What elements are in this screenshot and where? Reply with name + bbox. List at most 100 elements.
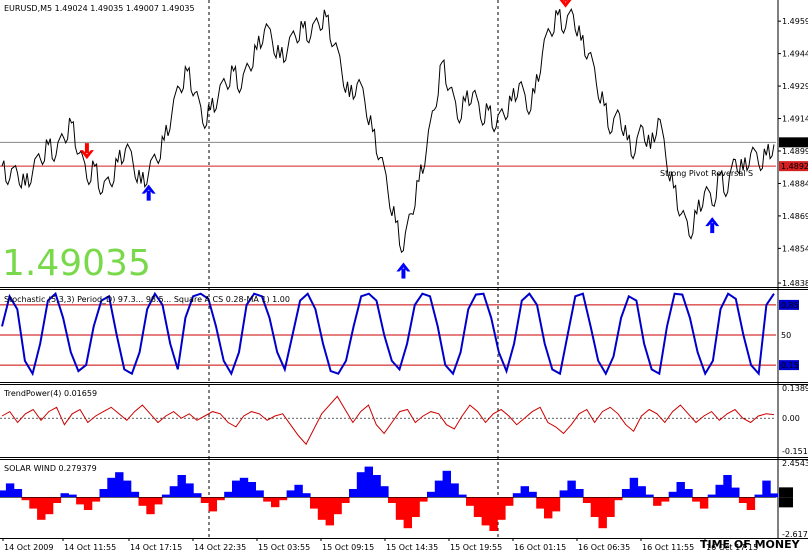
arrow-up-shaft (401, 268, 406, 279)
solar-wind-positive-bar (442, 470, 451, 498)
solar-wind-positive-bar (520, 486, 529, 498)
solar-wind-positive-bar (115, 472, 124, 498)
solar-wind-positive-bar (567, 480, 576, 498)
solar-wind-negative-bar (341, 497, 350, 503)
x-axis-tick-label: 15 Oct 09:15 (322, 543, 374, 552)
x-axis-tick-label: 16 Oct 06:35 (578, 543, 630, 552)
solar-wind-negative-bar (138, 497, 147, 506)
solar-wind-positive-bar (621, 489, 631, 498)
x-axis-tick-label: 14 Oct 11:55 (64, 543, 116, 552)
solar-wind-positive-bar (528, 491, 537, 498)
trendpower-label: TrendPower(4) 0.01659 (3, 389, 97, 398)
solar-wind-value-label: 0.3 (780, 488, 793, 497)
arrow-down-marker (79, 143, 94, 160)
solar-wind-positive-bar (294, 484, 303, 498)
solar-wind-negative-bar (325, 497, 334, 526)
solar-wind-positive-bar (247, 482, 256, 498)
trendpower-tick-label: -0.1512 (782, 447, 808, 456)
solar-wind-positive-bar (255, 490, 264, 498)
solar-wind-negative-bar (44, 497, 54, 515)
price-tick-label: 1.4854 (782, 244, 808, 253)
stochastic-level-label: 50 (781, 331, 791, 340)
solar-wind-negative-bar (590, 497, 600, 517)
solar-wind-positive-bar (450, 483, 459, 498)
solar-wind-negative-bar (388, 497, 397, 503)
solar-wind-positive-bar (512, 493, 522, 498)
solar-wind-negative-bar (216, 497, 225, 501)
solar-wind-negative-bar (738, 497, 748, 503)
solar-wind-positive-bar (380, 486, 389, 498)
solar-wind-panel: 2.4543-2.61720.30.3 (0, 459, 808, 539)
solar-wind-positive-bar (302, 493, 311, 498)
solar-wind-positive-bar (232, 480, 241, 498)
arrow-up-marker (705, 217, 720, 234)
solar-wind-negative-bar (37, 497, 46, 520)
trendpower-line (1, 395, 775, 446)
solar-wind-negative-bar (746, 497, 756, 510)
solar-wind-positive-bar (185, 483, 194, 498)
solar-wind-tick-label: 2.4543 (782, 459, 808, 468)
solar-wind-negative-bar (473, 497, 483, 517)
solar-wind-positive-bar (723, 475, 732, 498)
price-tick-label: 1.4914 (782, 115, 808, 124)
solar-wind-negative-bar (333, 497, 342, 515)
solar-wind-negative-bar (582, 497, 592, 503)
solar-wind-positive-bar (224, 491, 233, 498)
solar-wind-positive-bar (427, 491, 436, 498)
solar-wind-negative-bar (598, 497, 607, 529)
solar-wind-negative-bar (481, 497, 490, 526)
x-axis-tick-label: 16 Oct 11:55 (642, 543, 694, 552)
stochastic-line (1, 291, 775, 377)
arrow-up-shaft (710, 223, 715, 234)
trendpower-panel: 0.1389 0.00 -0.1512 (0, 384, 808, 456)
solar-wind-negative-bar (146, 497, 155, 515)
x-axis-tick-label: 15 Oct 03:55 (258, 543, 310, 552)
stochastic-label: Stochastic (5,3,3) Period_D) 97.3... 98.… (4, 295, 290, 304)
solar-wind-negative-bar (403, 497, 412, 529)
current-price-label: 1.4903 (781, 138, 808, 147)
solar-wind-negative-bar (21, 497, 30, 501)
price-tick-label: 1.4899 (782, 147, 808, 156)
solar-wind-negative-bar (310, 497, 319, 509)
solar-wind-positive-bar (559, 490, 568, 498)
solar-wind-negative-bar (606, 497, 615, 517)
solar-wind-positive-bar (668, 491, 678, 498)
solar-wind-negative-bar (466, 497, 475, 506)
solar-wind-positive-bar (349, 489, 358, 498)
solar-wind-positive-bar (637, 486, 646, 498)
solar-wind-positive-bar (676, 482, 685, 498)
x-axis-tick-label: 15 Oct 14:35 (386, 543, 438, 552)
solar-wind-negative-bar (653, 497, 662, 506)
arrow-up-marker (141, 184, 156, 201)
solar-wind-positive-bar (458, 494, 467, 498)
solar-wind-positive-bar (177, 475, 186, 498)
solar-wind-positive-bar (169, 486, 179, 498)
price-tick-label: 1.4929 (782, 82, 808, 91)
solar-wind-negative-bar (497, 497, 506, 520)
solar-wind-negative-bar (154, 497, 163, 505)
solar-wind-positive-bar (731, 487, 740, 498)
watermark-text: TIME OF MONEY (700, 538, 801, 551)
solar-wind-negative-bar (263, 497, 272, 502)
solar-wind-negative-bar (614, 497, 623, 501)
chart-area: 1.4959 1.4944 1.4929 1.4914 1.4899 1.4884 1.48… (0, 0, 808, 552)
solar-wind-negative-bar (544, 497, 553, 519)
price-tick-label: 1.4838 (782, 279, 808, 288)
solar-wind-negative-bar (29, 497, 38, 509)
price-tick-label: 1.4944 (782, 50, 808, 59)
solar-wind-positive-bar (684, 489, 693, 498)
solar-wind-negative-bar (489, 497, 498, 531)
solar-wind-positive-bar (629, 477, 639, 498)
solar-wind-label: SOLAR WIND 0.279379 (4, 464, 97, 473)
solar-wind-positive-bar (0, 490, 7, 498)
solar-wind-negative-bar (91, 497, 101, 502)
solar-wind-positive-bar (770, 493, 779, 498)
x-axis-tick-label: 14 Oct 17:15 (130, 543, 182, 552)
big-price-label: 1.49035 (2, 243, 151, 284)
pivot-price-label: 1.4892 (781, 162, 808, 171)
solar-wind-positive-bar (356, 472, 366, 498)
x-axis-tick-label: 14 Oct 22:35 (194, 543, 246, 552)
trendpower-tick-label: 0.00 (782, 414, 800, 423)
solar-wind-positive-bar (372, 475, 381, 498)
solar-wind-negative-bar (505, 497, 514, 506)
